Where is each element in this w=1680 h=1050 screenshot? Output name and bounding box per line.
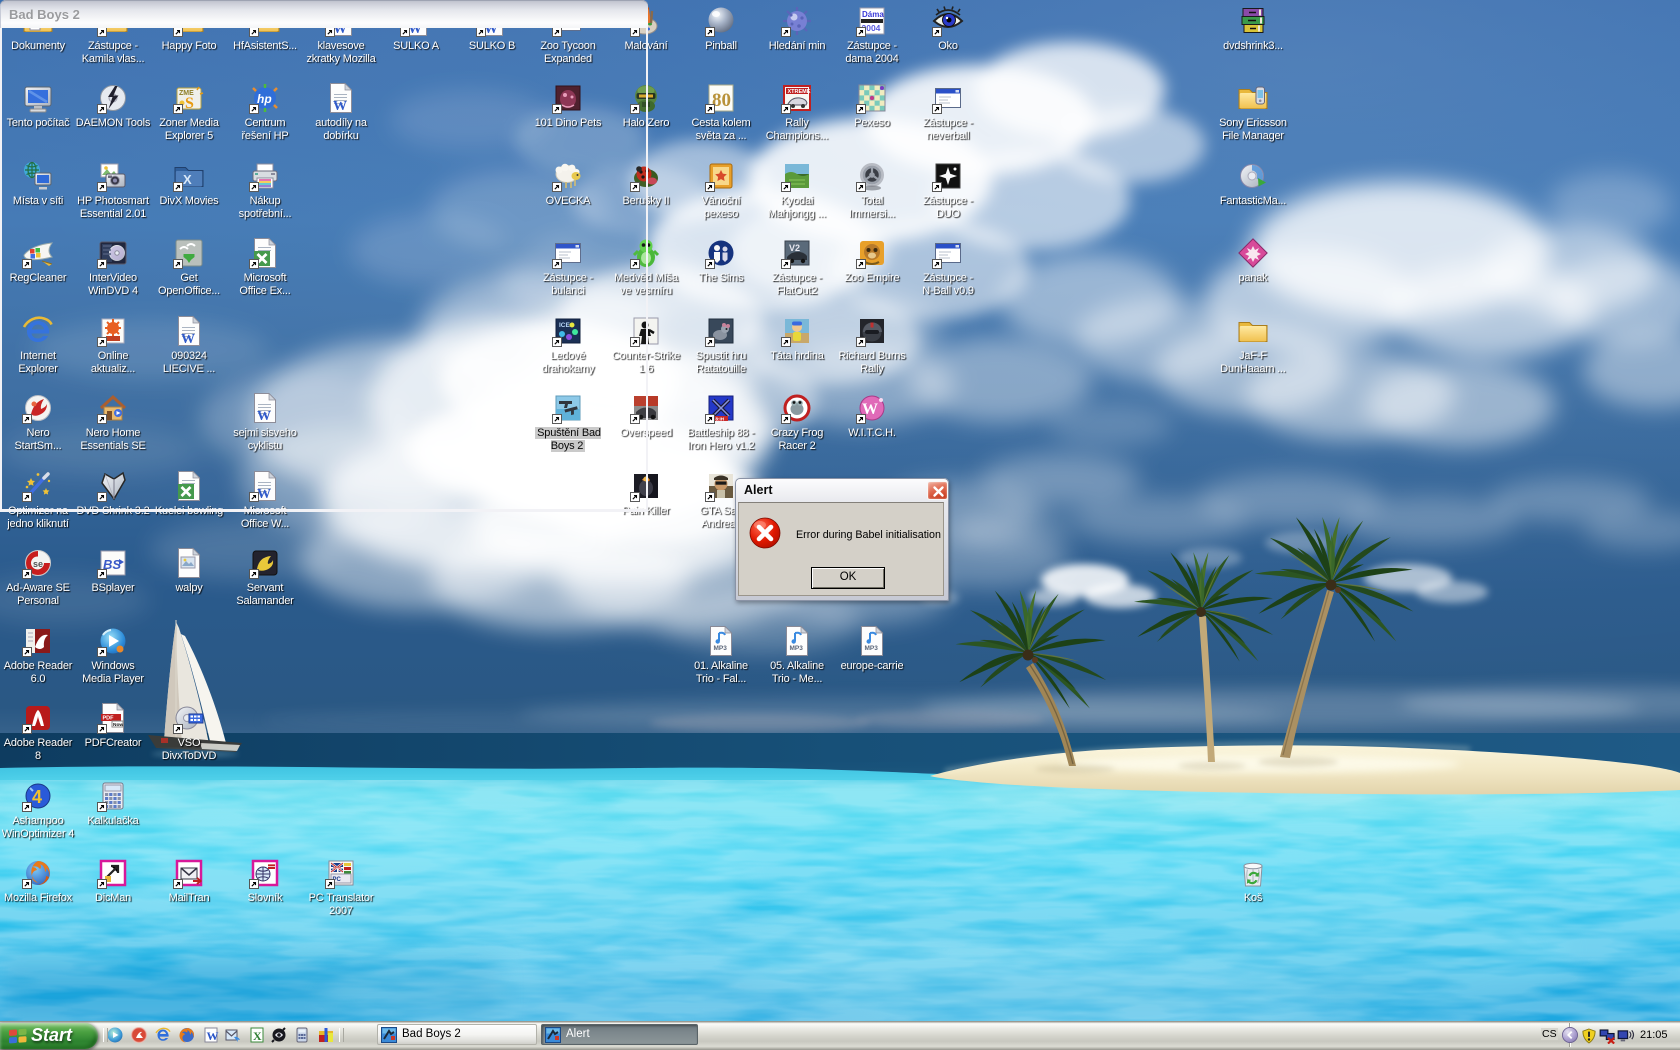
svg-text:Dáma: Dáma bbox=[862, 10, 884, 19]
svg-text:MP3: MP3 bbox=[790, 645, 804, 652]
svg-text:se: se bbox=[33, 559, 43, 569]
svg-text:V2: V2 bbox=[789, 243, 800, 253]
svg-text:Now: Now bbox=[113, 722, 123, 728]
svg-text:8:IH: 8:IH bbox=[716, 417, 725, 422]
svg-text:X: X bbox=[253, 1029, 262, 1043]
svg-text:4: 4 bbox=[32, 787, 42, 807]
svg-text:MP3: MP3 bbox=[865, 645, 879, 652]
svg-text:XTREME: XTREME bbox=[788, 89, 811, 95]
svg-text:MP3: MP3 bbox=[714, 645, 728, 652]
svg-text:W: W bbox=[207, 1029, 219, 1043]
